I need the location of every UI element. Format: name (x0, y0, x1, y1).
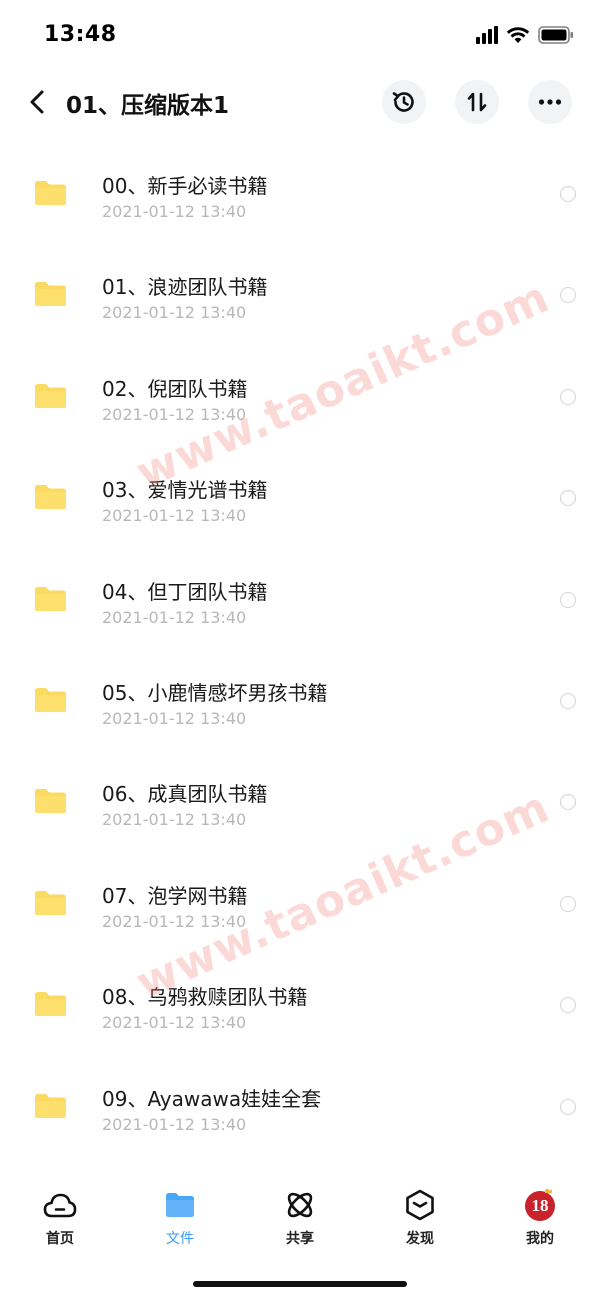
select-checkbox[interactable] (560, 287, 576, 304)
folder-icon (35, 992, 66, 1017)
tab-home[interactable]: 首页 (0, 1178, 120, 1258)
file-date: 2021-01-12 13:40 (102, 202, 247, 221)
file-row[interactable]: 05、小鹿情感坏男孩书籍 2021-01-12 13:40 (0, 637, 600, 738)
sort-button[interactable] (455, 80, 499, 124)
file-name: 07、泡学网书籍 (102, 883, 248, 908)
file-name: 01、浪迹团队书籍 (102, 275, 268, 300)
select-checkbox[interactable] (560, 997, 576, 1014)
file-date: 2021-01-12 13:40 (102, 1013, 247, 1033)
file-date: 2021-01-12 13:40 (102, 607, 247, 627)
folder-icon (163, 1188, 197, 1222)
select-checkbox[interactable] (560, 1098, 576, 1115)
tab-profile[interactable]: 18 我的 (480, 1178, 600, 1258)
file-list: 00、新手必读书籍 2021-01-12 13:40 01、浪迹团队书籍 202… (0, 130, 600, 1144)
home-indicator (193, 1281, 407, 1287)
folder-icon (35, 282, 66, 307)
folder-icon (35, 383, 66, 408)
hexagon-icon (403, 1188, 437, 1222)
folder-icon (35, 789, 66, 814)
status-bar: 13:48 (0, 0, 600, 70)
folder-icon (35, 1093, 66, 1118)
file-name: 02、倪团队书籍 (102, 376, 248, 401)
file-row[interactable]: 09、Ayawawa娃娃全套 2021-01-12 13:40 (0, 1043, 600, 1144)
select-checkbox[interactable] (560, 186, 576, 202)
signal-icon (476, 26, 498, 44)
file-date: 2021-01-12 13:40 (102, 303, 247, 323)
file-row[interactable]: 07、泡学网书籍 2021-01-12 13:40 (0, 840, 600, 941)
file-row[interactable]: 02、倪团队书籍 2021-01-12 13:40 (0, 333, 600, 434)
folder-icon (35, 687, 66, 712)
tab-label: 发现 (406, 1231, 434, 1247)
file-row[interactable]: 00、新手必读书籍 2021-01-12 13:40 (0, 130, 600, 231)
tab-label: 文件 (166, 1231, 194, 1247)
file-row[interactable]: 08、乌鸦救赎团队书籍 2021-01-12 13:40 (0, 941, 600, 1042)
select-checkbox[interactable] (560, 388, 576, 405)
tab-label: 首页 (46, 1231, 74, 1247)
select-checkbox[interactable] (560, 692, 576, 709)
file-name: 00、新手必读书籍 (102, 174, 268, 198)
file-row[interactable]: 01、浪迹团队书籍 2021-01-12 13:40 (0, 231, 600, 332)
tab-bar: 首页 文件 共享 发现 18 我的 (0, 1178, 600, 1258)
file-name: 08、乌鸦救赎团队书籍 (102, 985, 308, 1010)
file-name: 09、Ayawawa娃娃全套 (102, 1086, 322, 1111)
file-row[interactable]: 04、但丁团队书籍 2021-01-12 13:40 (0, 536, 600, 637)
atom-icon (283, 1188, 317, 1222)
history-button[interactable] (382, 80, 426, 124)
file-date: 2021-01-12 13:40 (102, 506, 247, 526)
folder-icon (35, 890, 66, 915)
select-checkbox[interactable] (560, 794, 576, 811)
select-checkbox[interactable] (560, 591, 576, 608)
folder-icon (35, 485, 66, 510)
sort-icon (467, 92, 487, 112)
file-name: 05、小鹿情感坏男孩书籍 (102, 680, 328, 705)
folder-icon (35, 181, 66, 205)
file-date: 2021-01-12 13:40 (102, 404, 247, 424)
battery-icon (538, 26, 573, 44)
avatar-text: 18 (531, 1196, 549, 1215)
file-name: 06、成真团队书籍 (102, 782, 268, 807)
cloud-icon (43, 1188, 77, 1222)
file-name: 04、但丁团队书籍 (102, 579, 268, 604)
select-checkbox[interactable] (560, 895, 576, 912)
history-icon (392, 92, 414, 112)
select-checkbox[interactable] (560, 490, 576, 507)
tab-share[interactable]: 共享 (240, 1178, 360, 1258)
more-button[interactable] (528, 80, 572, 124)
file-row[interactable]: 03、爱情光谱书籍 2021-01-12 13:40 (0, 434, 600, 535)
folder-icon (35, 586, 66, 611)
wifi-icon (506, 27, 530, 43)
chevron-left-icon (30, 90, 44, 114)
file-date: 2021-01-12 13:40 (102, 1114, 247, 1134)
file-date: 2021-01-12 13:40 (102, 708, 247, 728)
header: 01、压缩版本1 (0, 74, 600, 130)
tab-files[interactable]: 文件 (120, 1178, 240, 1258)
status-time: 13:48 (44, 22, 117, 47)
avatar-icon: 18 (523, 1188, 557, 1222)
back-button[interactable] (22, 84, 52, 120)
tab-discover[interactable]: 发现 (360, 1178, 480, 1258)
file-name: 03、爱情光谱书籍 (102, 478, 268, 503)
tab-label: 共享 (286, 1231, 314, 1247)
more-dots-icon (538, 99, 562, 105)
file-date: 2021-01-12 13:40 (102, 911, 247, 931)
page-title: 01、压缩版本1 (66, 93, 230, 119)
file-date: 2021-01-12 13:40 (102, 810, 247, 830)
status-icons (476, 26, 574, 44)
tab-label: 我的 (526, 1231, 554, 1247)
file-row[interactable]: 06、成真团队书籍 2021-01-12 13:40 (0, 738, 600, 839)
